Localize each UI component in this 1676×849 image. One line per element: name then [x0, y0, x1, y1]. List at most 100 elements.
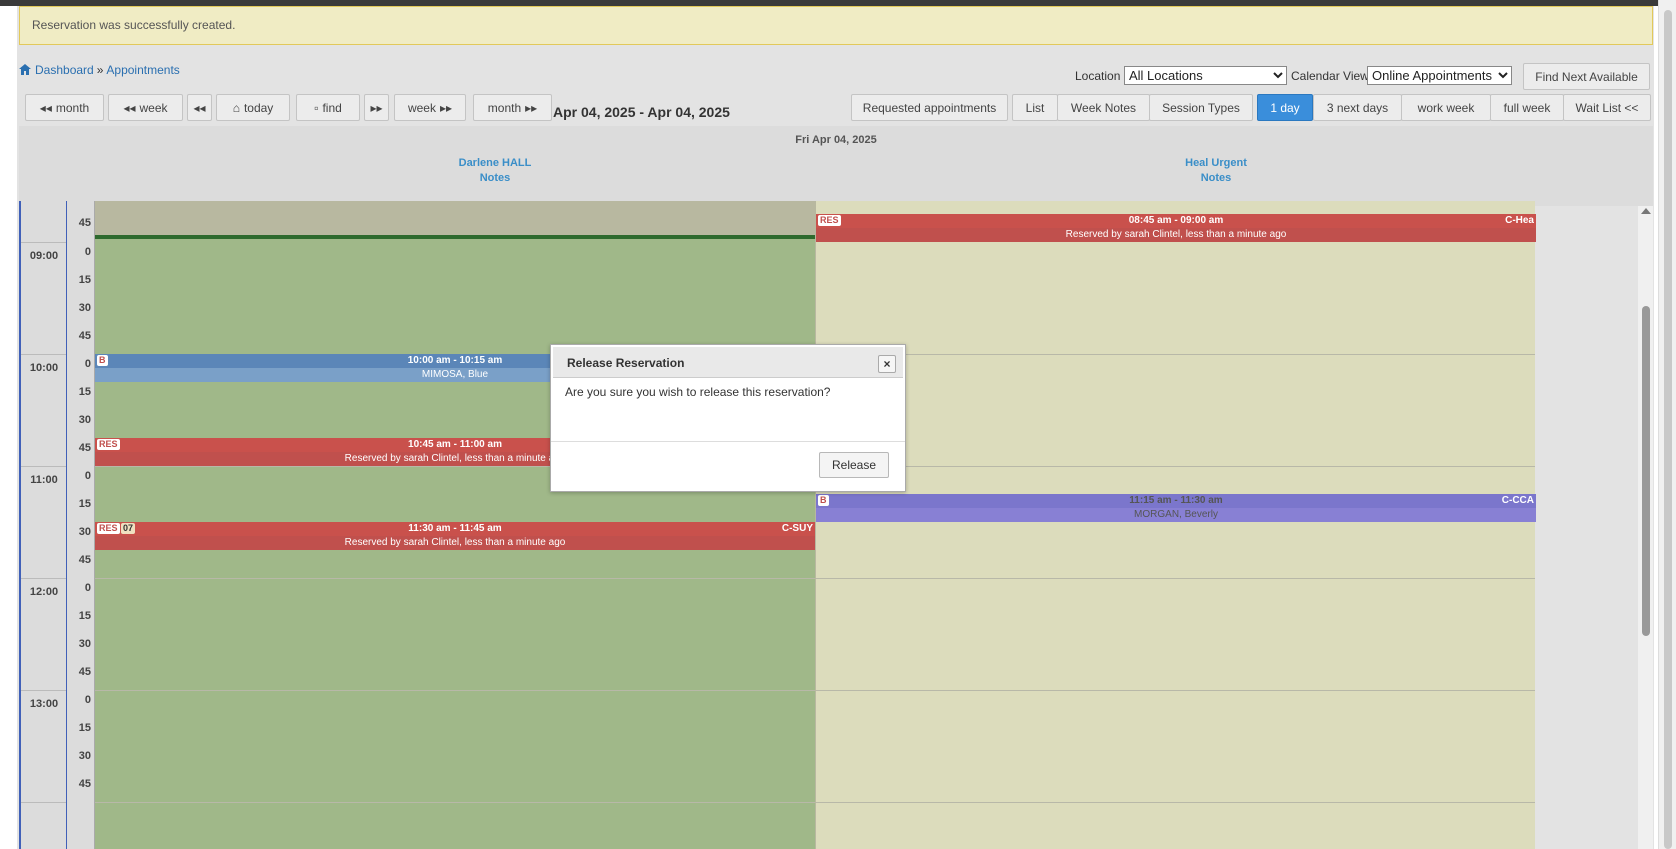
full-week-view-button[interactable]: full week: [1490, 94, 1564, 121]
hour-divider: [21, 578, 66, 579]
list-view-button[interactable]: List: [1012, 94, 1058, 121]
close-icon[interactable]: ×: [878, 355, 896, 373]
today-button[interactable]: ⌂ today: [216, 94, 290, 121]
provider-2-slots[interactable]: 08:45 am - 09:00 am Reserved by sarah Cl…: [815, 201, 1536, 849]
hour-label: 10:00: [29, 362, 59, 374]
breadcrumb-appointments-link[interactable]: Appointments: [106, 63, 179, 77]
hour-divider: [21, 354, 66, 355]
one-day-view-button[interactable]: 1 day: [1257, 94, 1313, 121]
minute-label: 15: [78, 610, 91, 622]
next-month-label: month: [487, 100, 522, 115]
reservation-block[interactable]: 08:45 am - 09:00 am Reserved by sarah Cl…: [816, 214, 1536, 242]
current-time-line: [95, 235, 815, 239]
session-code: C-Hea: [1505, 215, 1534, 226]
page-scrollbar[interactable]: [1658, 0, 1676, 849]
appointment-block[interactable]: 11:15 am - 11:30 am MORGAN, Beverly B C-…: [816, 494, 1536, 522]
next-month-button[interactable]: month ▸▸: [473, 94, 552, 121]
provider-name[interactable]: Darlene HALL: [395, 156, 595, 171]
prev-day-button[interactable]: ◂◂: [187, 94, 212, 121]
minute-label: 0: [84, 246, 91, 258]
minute-label: 30: [78, 414, 91, 426]
reservation-time: 11:30 am - 11:45 am: [95, 522, 815, 536]
double-right-arrow-icon: ▸▸: [525, 100, 538, 115]
minute-label: 15: [78, 386, 91, 398]
day-title: Fri Apr 04, 2025: [795, 134, 877, 146]
three-days-view-button[interactable]: 3 next days: [1313, 94, 1402, 121]
next-week-button[interactable]: week ▸▸: [394, 94, 466, 121]
minute-label: 45: [78, 217, 91, 229]
week-notes-button[interactable]: Week Notes: [1057, 94, 1150, 121]
provider-notes-link[interactable]: Notes: [1116, 171, 1316, 186]
find-label: find: [322, 100, 342, 115]
minutes-column: 45 0 15 30 45 0 15 30 45 0 15 30 45 0 15…: [66, 201, 95, 849]
slot-line: [816, 466, 1535, 467]
hour-divider: [21, 242, 66, 243]
reservation-badge: RES: [97, 523, 120, 534]
calendar-scrollbar[interactable]: [1638, 206, 1653, 849]
provider-notes-link[interactable]: Notes: [395, 171, 595, 186]
minute-label: 30: [78, 750, 91, 762]
location-select[interactable]: All Locations: [1124, 66, 1287, 85]
prev-week-button[interactable]: ◂◂ week: [108, 94, 183, 121]
appointment-patient: MORGAN, Beverly: [816, 508, 1536, 522]
prev-week-label: week: [139, 100, 168, 115]
scrollbar-thumb[interactable]: [1642, 306, 1650, 636]
location-label: Location: [1075, 69, 1121, 83]
next-week-label: week: [407, 100, 436, 115]
next-day-button[interactable]: ▸▸: [364, 94, 389, 121]
requested-appointments-button[interactable]: Requested appointments: [851, 94, 1008, 121]
minute-label: 30: [78, 302, 91, 314]
dialog-message: Are you sure you wish to release this re…: [565, 385, 831, 399]
slot-line: [95, 690, 815, 691]
success-alert: Reservation was successfully created.: [19, 6, 1653, 45]
minute-label: 45: [78, 666, 91, 678]
session-code: C-CCA: [1501, 495, 1534, 506]
provider-name[interactable]: Heal Urgent: [1116, 156, 1316, 171]
day-header: Fri Apr 04, 2025 Darlene HALL Notes Heal…: [19, 126, 1653, 206]
minute-label: 15: [78, 274, 91, 286]
minute-label: 0: [84, 358, 91, 370]
wait-list-button[interactable]: Wait List <<: [1563, 94, 1651, 121]
appointment-time: 11:15 am - 11:30 am: [816, 494, 1536, 508]
home-icon: ⌂: [232, 100, 240, 115]
hour-label: 11:00: [30, 474, 58, 486]
slot-line: [816, 802, 1535, 803]
minute-label: 30: [78, 526, 91, 538]
scroll-up-arrow-icon[interactable]: [1641, 208, 1651, 214]
slot-line: [816, 578, 1535, 579]
session-code: C-SUY: [781, 523, 813, 534]
dialog-divider: [551, 441, 905, 442]
breadcrumb-separator: »: [96, 63, 104, 77]
release-button[interactable]: Release: [819, 452, 889, 478]
find-button[interactable]: ▫ find: [296, 94, 360, 121]
minute-label: 45: [78, 330, 91, 342]
today-label: today: [243, 100, 274, 115]
prev-month-label: month: [55, 100, 90, 115]
prev-month-button[interactable]: ◂◂ month: [25, 94, 104, 121]
provider-1-slots[interactable]: 10:00 am - 10:15 am MIMOSA, Blue B 10:45…: [95, 201, 815, 849]
find-next-available-button[interactable]: Find Next Available: [1523, 63, 1650, 90]
calendar-view-select[interactable]: Online Appointments: [1367, 66, 1512, 85]
hour-label: 12:00: [29, 586, 59, 598]
slot-line: [816, 690, 1535, 691]
booked-badge: B: [818, 495, 829, 506]
minute-label: 45: [78, 442, 91, 454]
page-scrollbar-thumb[interactable]: [1664, 10, 1672, 849]
date-range: Apr 04, 2025 - Apr 04, 2025: [553, 104, 730, 120]
reservation-detail: Reserved by sarah Clintel, less than a m…: [344, 537, 566, 548]
work-week-view-button[interactable]: work week: [1401, 94, 1491, 121]
slot-line: [95, 802, 815, 803]
dialog-title: Release Reservation: [567, 356, 685, 370]
session-types-button[interactable]: Session Types: [1149, 94, 1253, 121]
calendar-view-label: Calendar View: [1291, 69, 1369, 83]
provider-column-2: Heal Urgent Notes: [1116, 156, 1316, 186]
breadcrumb-dashboard-link[interactable]: Dashboard: [35, 63, 94, 77]
minute-label: 15: [78, 498, 91, 510]
calendar-icon: ▫: [314, 100, 319, 115]
minute-label: 30: [78, 638, 91, 650]
provider-column-1: Darlene HALL Notes: [395, 156, 595, 186]
minute-label: 45: [78, 554, 91, 566]
reservation-block[interactable]: 11:30 am - 11:45 am Reserved by sarah Cl…: [95, 522, 815, 550]
reservation-badge: RES: [818, 215, 841, 226]
hour-divider: [21, 466, 66, 467]
